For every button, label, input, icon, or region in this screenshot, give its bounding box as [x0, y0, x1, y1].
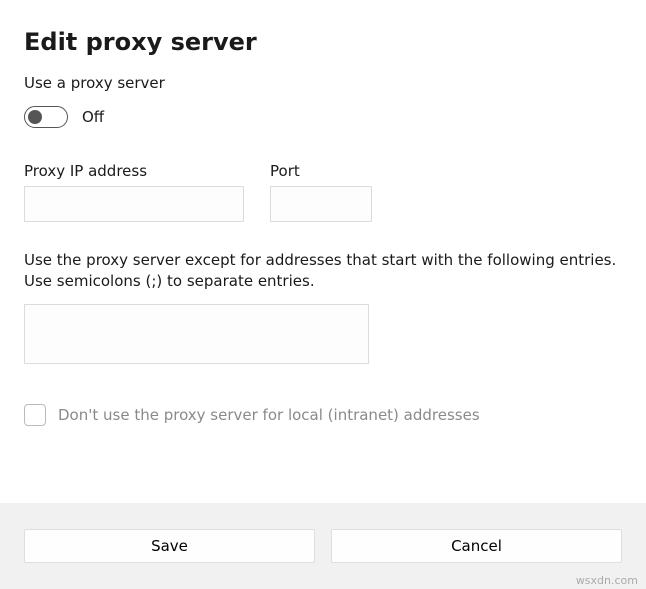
cancel-button[interactable]: Cancel: [331, 529, 622, 563]
watermark: wsxdn.com: [576, 574, 638, 587]
port-input[interactable]: [270, 186, 372, 222]
exceptions-label: Use the proxy server except for addresse…: [24, 250, 622, 292]
port-label: Port: [270, 162, 372, 180]
dialog-title: Edit proxy server: [24, 28, 622, 56]
save-button[interactable]: Save: [24, 529, 315, 563]
local-checkbox[interactable]: [24, 404, 46, 426]
exceptions-input[interactable]: [24, 304, 369, 364]
ip-label: Proxy IP address: [24, 162, 244, 180]
ip-input[interactable]: [24, 186, 244, 222]
local-label: Don't use the proxy server for local (in…: [58, 406, 480, 424]
use-proxy-label: Use a proxy server: [24, 74, 622, 92]
use-proxy-toggle[interactable]: [24, 106, 68, 128]
button-bar: Save Cancel: [0, 503, 646, 589]
use-proxy-state: Off: [82, 108, 104, 126]
toggle-knob: [28, 110, 42, 124]
